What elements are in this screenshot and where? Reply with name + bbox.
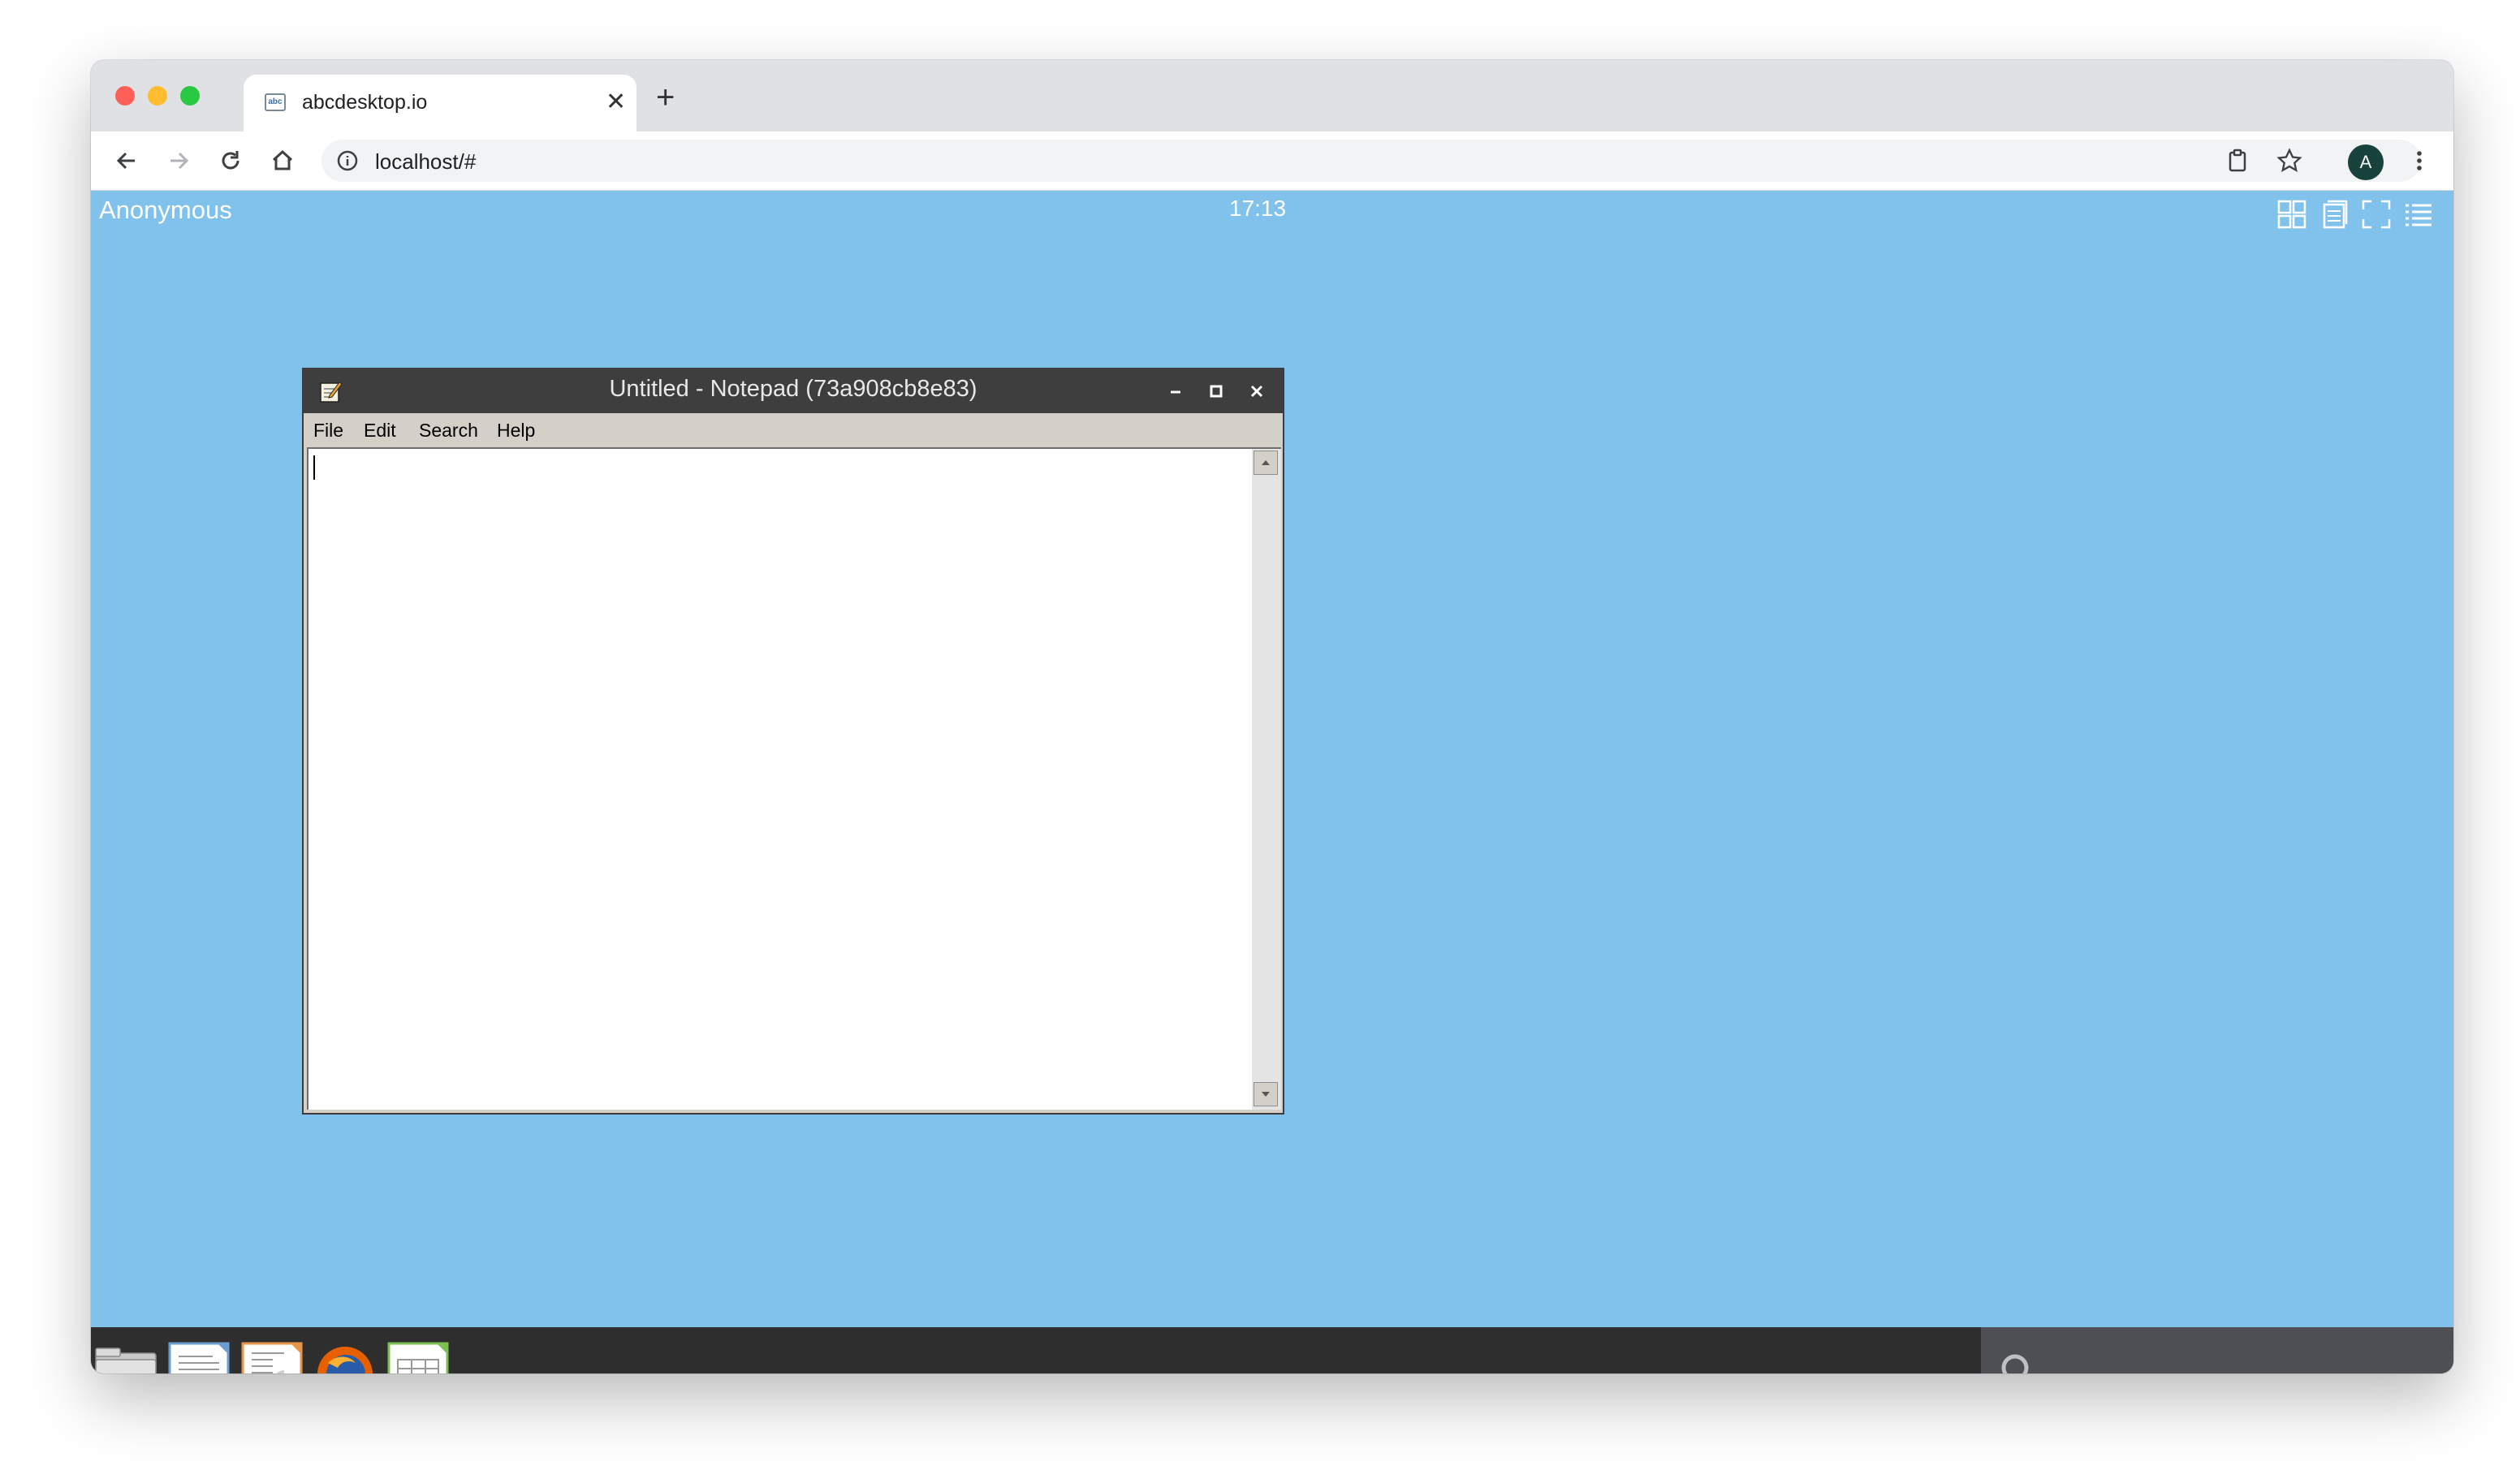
desktop-area: Anonymous 17:13 Untitled - Notepad (73a9… bbox=[91, 191, 2453, 1373]
tab-favicon: abc bbox=[265, 93, 286, 111]
close-icon[interactable] bbox=[1244, 378, 1270, 404]
back-icon[interactable] bbox=[114, 148, 140, 174]
text-document-icon[interactable] bbox=[167, 1342, 231, 1373]
fullscreen-icon[interactable] bbox=[2361, 199, 2392, 230]
maximize-icon[interactable] bbox=[1203, 378, 1229, 404]
notepad-titlebar[interactable]: Untitled - Notepad (73a908cb8e83) bbox=[304, 369, 1283, 413]
grid-view-icon[interactable] bbox=[2276, 199, 2307, 230]
search-panel[interactable] bbox=[1981, 1327, 2453, 1373]
notepad-menubar: File Edit Search Help bbox=[304, 413, 1283, 446]
notepad-window: Untitled - Notepad (73a908cb8e83) File E… bbox=[302, 368, 1284, 1115]
zoom-window-button[interactable] bbox=[180, 86, 200, 106]
close-window-button[interactable] bbox=[115, 86, 135, 106]
reload-icon[interactable] bbox=[218, 148, 244, 174]
clock: 17:13 bbox=[1229, 196, 1287, 221]
browser-window: abc abcdesktop.io ✕ + localhost/# A Anon… bbox=[91, 60, 2453, 1373]
home-folder-icon[interactable] bbox=[94, 1342, 158, 1373]
menu-help[interactable]: Help bbox=[497, 420, 535, 442]
tab-strip: abc abcdesktop.io ✕ + bbox=[91, 60, 2453, 132]
search-icon[interactable] bbox=[1997, 1350, 2043, 1373]
notepad-title: Untitled - Notepad (73a908cb8e83) bbox=[609, 376, 977, 402]
menu-search[interactable]: Search bbox=[419, 420, 478, 442]
scroll-down-button[interactable] bbox=[1254, 1082, 1278, 1106]
notepad-text-area[interactable] bbox=[307, 447, 1252, 1110]
profile-avatar[interactable]: A bbox=[2348, 144, 2384, 180]
firefox-icon[interactable] bbox=[313, 1342, 377, 1373]
arrow-up-icon bbox=[1262, 460, 1270, 465]
scroll-up-button[interactable] bbox=[1254, 451, 1278, 475]
minimize-window-button[interactable] bbox=[148, 86, 167, 106]
browser-tab[interactable]: abc abcdesktop.io ✕ bbox=[244, 75, 636, 132]
tab-title: abcdesktop.io bbox=[302, 91, 428, 114]
text-caret bbox=[313, 455, 315, 480]
notes-icon[interactable] bbox=[2319, 199, 2350, 230]
bookmark-star-icon[interactable] bbox=[2276, 148, 2302, 174]
more-menu-icon[interactable] bbox=[2406, 148, 2432, 174]
list-menu-icon[interactable] bbox=[2403, 199, 2434, 230]
user-name: Anonymous bbox=[99, 196, 232, 224]
spreadsheet-icon[interactable] bbox=[386, 1342, 450, 1373]
menu-edit[interactable]: Edit bbox=[364, 420, 396, 442]
tab-close-icon[interactable]: ✕ bbox=[606, 88, 626, 116]
vertical-scrollbar[interactable] bbox=[1252, 447, 1281, 1110]
url-text: localhost/# bbox=[375, 149, 477, 174]
presentation-icon[interactable] bbox=[240, 1342, 304, 1373]
site-info-icon[interactable] bbox=[336, 149, 359, 172]
browser-toolbar: localhost/# A bbox=[91, 132, 2453, 191]
menu-file[interactable]: File bbox=[313, 420, 343, 442]
taskbar bbox=[91, 1327, 2453, 1373]
address-bar[interactable]: localhost/# bbox=[321, 140, 2421, 182]
new-tab-button[interactable]: + bbox=[656, 81, 675, 114]
clipboard-icon[interactable] bbox=[2224, 148, 2250, 174]
forward-icon[interactable] bbox=[166, 148, 192, 174]
home-icon[interactable] bbox=[270, 148, 296, 174]
minimize-icon[interactable] bbox=[1163, 378, 1189, 404]
arrow-down-icon bbox=[1262, 1092, 1270, 1097]
